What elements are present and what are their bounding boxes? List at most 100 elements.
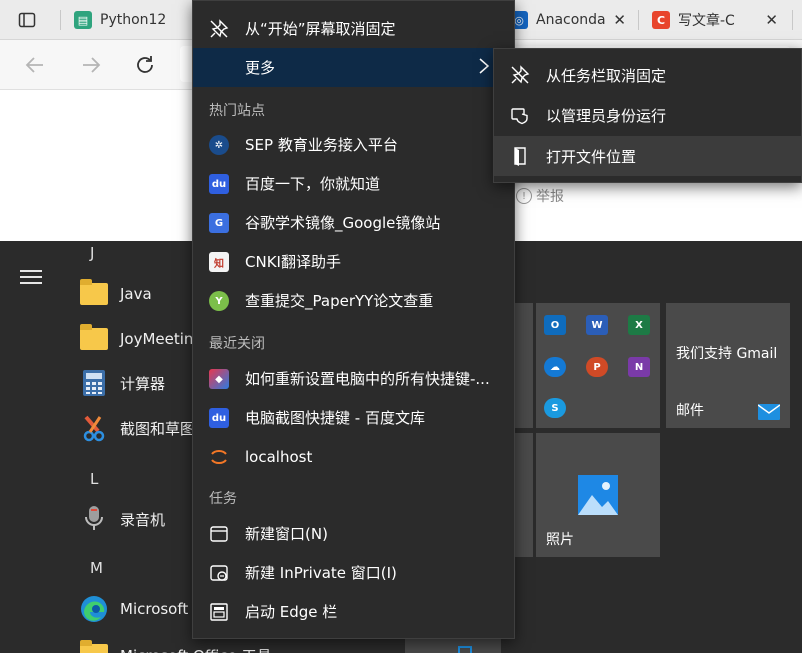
app-label: 计算器 [120,374,166,393]
open-file-location-icon [510,146,530,166]
top-site-item[interactable]: du 百度一下，你就知道 [193,164,514,203]
tab-anaconda[interactable]: ◎ Anaconda ✕ [510,0,632,40]
tab-separator [792,10,793,30]
menu-item-label: 更多 [245,59,276,77]
app-calculator[interactable]: 计算器 [80,363,165,403]
page-icon: ◆ [209,369,229,389]
menu-item-label: 从任务栏取消固定 [546,66,667,85]
arrow-right-icon [83,57,101,73]
close-icon[interactable]: ✕ [613,11,626,29]
recently-closed-item[interactable]: ◆ 如何重新设置电脑中的所有快捷键-... [193,359,514,398]
new-inprivate-window-menu-item[interactable]: 新建 InPrivate 窗口(I) [193,553,514,592]
edge-bar-icon [209,602,229,622]
menu-item-label: 打开文件位置 [546,147,637,166]
menu-item-label: 从“开始”屏幕取消固定 [245,20,396,38]
top-site-item[interactable]: 知 CNKI翻译助手 [193,242,514,281]
tile-office-group[interactable]: O W X ☁ P N S [536,303,660,428]
app-java[interactable]: Java [80,274,152,314]
tab-actions-button[interactable] [18,0,48,40]
tile-mail[interactable]: 我们支持 Gmail 邮件 [666,303,790,428]
word-icon: W [586,315,608,335]
recently-closed-item[interactable]: localhost [193,437,514,476]
app-label: Java [120,285,152,303]
inprivate-icon [209,563,229,583]
hamburger-menu-icon[interactable] [20,270,42,288]
tile-partial[interactable] [405,637,501,653]
section-header-recently-closed: 最近关闭 [209,336,265,352]
snip-sketch-icon [80,414,108,442]
back-button[interactable] [22,52,48,78]
tab-python[interactable]: ▤ Python12 [74,0,192,40]
recently-closed-item[interactable]: du 电脑截图快捷键 - 百度文库 [193,398,514,437]
unpin-from-taskbar-menu-item[interactable]: 从任务栏取消固定 [494,55,801,95]
edge-icon [80,595,108,623]
tile-partial[interactable] [515,303,533,428]
cnki-icon: 知 [209,252,229,272]
menu-item-label: 百度一下，你就知道 [245,175,381,193]
tab-label: Python12 [100,12,167,28]
top-site-item[interactable]: G 谷歌学术镜像_Google镜像站 [193,203,514,242]
report-link[interactable]: ! 举报 [516,186,564,206]
section-header-top-sites: 热门站点 [209,103,265,119]
sep-icon: ✲ [209,135,229,155]
menu-item-label: 启动 Edge 栏 [245,603,338,621]
app-joymeeting[interactable]: JoyMeeting [80,319,203,359]
menu-item-label: 电脑截图快捷键 - 百度文库 [245,409,425,427]
shield-icon [510,105,530,125]
launch-edge-bar-menu-item[interactable]: 启动 Edge 栏 [193,592,514,631]
voice-recorder-icon [80,505,108,533]
new-window-menu-item[interactable]: 新建窗口(N) [193,514,514,553]
menu-item-label: CNKI翻译助手 [245,253,341,271]
top-site-item[interactable]: Y 查重提交_PaperYY论文查重 [193,281,514,320]
app-voice-recorder[interactable]: 录音机 [80,499,165,539]
menu-item-label: 查重提交_PaperYY论文查重 [245,292,434,310]
top-site-item[interactable]: ✲ SEP 教育业务接入平台 [193,125,514,164]
jupyter-icon [209,447,229,467]
folder-icon [80,640,108,653]
mail-label: 邮件 [676,403,704,419]
excel-icon: X [628,315,650,335]
arrow-left-icon [25,57,43,73]
app-label: 录音机 [120,510,166,529]
forward-button[interactable] [78,52,104,78]
scholar-icon: G [209,213,229,233]
alphabet-header-l[interactable]: L [90,470,98,488]
menu-item-label: 新建 InPrivate 窗口(I) [245,564,397,582]
unpin-from-start-menu-item[interactable]: 从“开始”屏幕取消固定 [193,9,514,48]
tab-actions-icon [18,12,36,28]
chevron-right-icon [478,57,490,80]
photos-label: 照片 [546,532,574,548]
menu-item-label: 新建窗口(N) [245,525,328,543]
tab-label: 写文章-C [678,13,735,29]
mail-icon [758,404,780,420]
folder-icon [80,324,108,353]
tile-photos[interactable]: 照片 [536,433,660,557]
menu-item-label: localhost [245,447,313,466]
skype-icon: S [544,398,566,418]
more-menu-item[interactable]: 更多 [193,48,514,87]
tab-csdn[interactable]: C 写文章-C ✕ [652,0,784,40]
app-snip-sketch[interactable]: 截图和草图 [80,408,195,448]
tile-partial[interactable] [515,433,533,557]
gmail-support-text: 我们支持 Gmail [676,346,778,362]
close-icon[interactable]: ✕ [765,11,778,29]
run-as-admin-menu-item[interactable]: 以管理员身份运行 [494,95,801,135]
tab-label: Anaconda [536,12,606,28]
menu-item-label: 如何重新设置电脑中的所有快捷键-... [245,370,490,388]
refresh-button[interactable] [132,52,158,78]
baidu-icon: du [209,174,229,194]
alphabet-header-m[interactable]: M [90,559,103,577]
refresh-icon [137,56,153,73]
paperyy-icon: Y [209,291,229,311]
onenote-icon: N [628,357,650,377]
python-tab-icon: ▤ [74,11,92,29]
outlook-icon: O [544,315,566,335]
new-window-icon [209,524,229,544]
app-label: Microsoft Office 工具 [120,645,272,653]
tab-separator [638,10,639,30]
photos-icon [578,475,618,515]
alphabet-header-j[interactable]: J [90,244,94,262]
more-submenu: 从任务栏取消固定 以管理员身份运行 打开文件位置 [493,48,802,183]
open-file-location-menu-item[interactable]: 打开文件位置 [494,136,801,176]
info-icon: ! [516,188,532,204]
